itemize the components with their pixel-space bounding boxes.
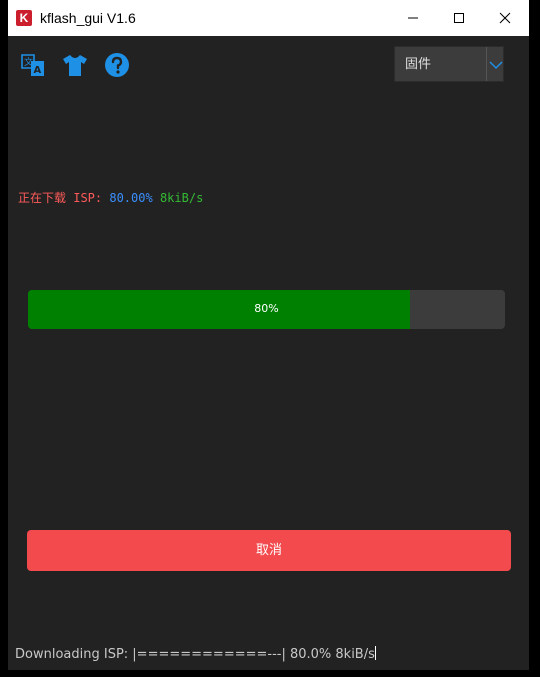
minimize-icon — [408, 17, 418, 19]
status-prefix: 正在下载 ISP: — [18, 191, 110, 205]
minimize-button[interactable] — [390, 0, 436, 36]
download-progress-bar: 80% — [28, 290, 505, 329]
translate-icon: 文 A — [21, 54, 44, 76]
app-window: K kflash_gui V1.6 文 A 固件 正在下载 ISP: 80.00… — [8, 0, 529, 670]
skin-shirt-icon — [63, 55, 87, 76]
close-button[interactable] — [482, 0, 528, 36]
skin-button[interactable] — [62, 52, 88, 78]
language-button[interactable]: 文 A — [20, 52, 46, 78]
cancel-button[interactable]: 取消 — [27, 530, 511, 571]
status-percent: 80.00% — [109, 191, 153, 205]
title-bar[interactable]: K kflash_gui V1.6 — [8, 0, 529, 36]
download-status: 正在下载 ISP: 80.00% 8kiB/s — [18, 190, 203, 206]
progress-label: 80% — [254, 302, 279, 315]
svg-text:A: A — [34, 65, 42, 76]
chevron-down-icon[interactable] — [488, 57, 504, 73]
firmware-select[interactable]: 固件 — [394, 46, 504, 82]
maximize-button[interactable] — [436, 0, 482, 36]
app-logo-icon: K — [16, 10, 32, 26]
combo-divider — [486, 47, 487, 81]
maximize-icon — [454, 13, 464, 23]
close-icon — [499, 12, 511, 24]
window-title: kflash_gui V1.6 — [40, 10, 136, 26]
help-button[interactable] — [104, 52, 130, 78]
footer-log-text: Downloading ISP: |============---| 80.0%… — [15, 647, 375, 662]
firmware-select-value: 固件 — [405, 57, 432, 72]
help-icon — [105, 53, 129, 77]
footer-log: Downloading ISP: |============---| 80.0%… — [15, 646, 376, 664]
status-rate: 8kiB/s — [152, 191, 204, 205]
text-caret — [374, 646, 376, 660]
